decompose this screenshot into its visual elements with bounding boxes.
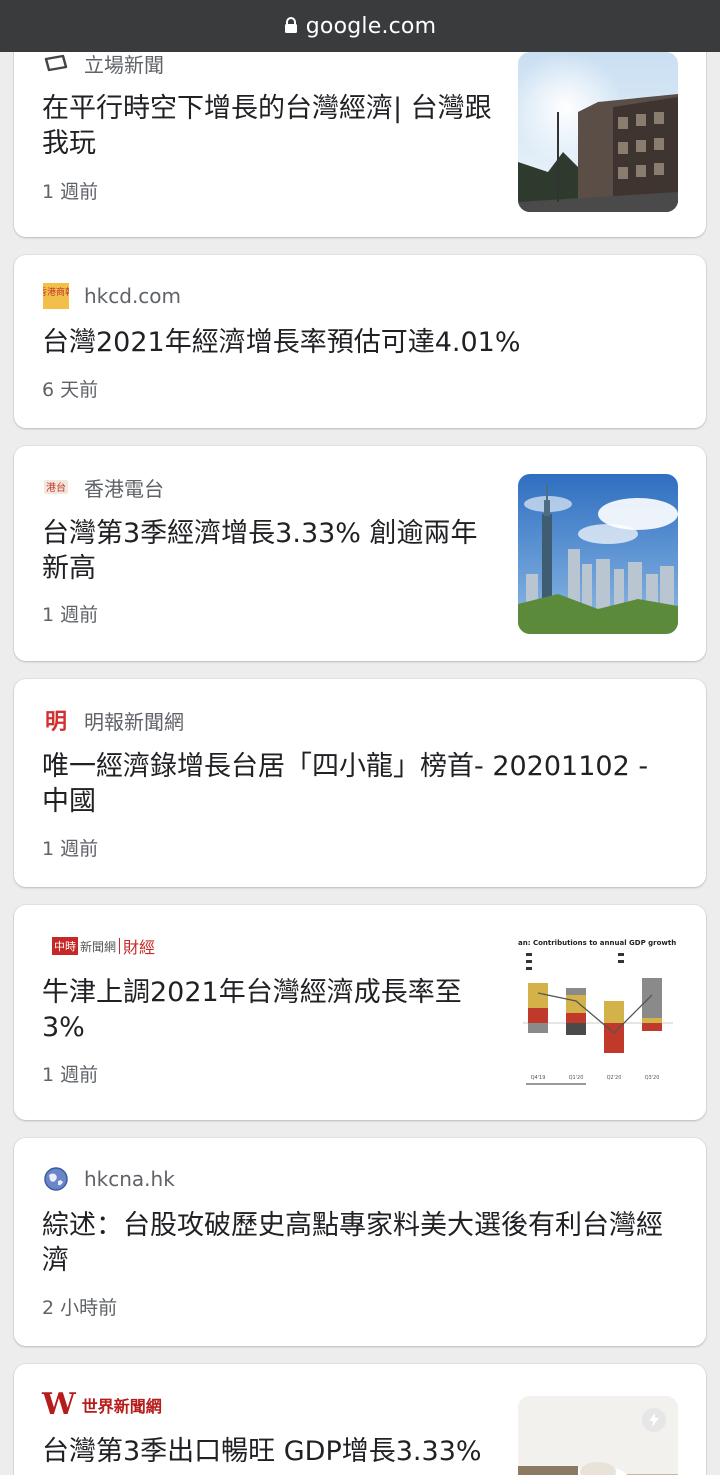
- news-card[interactable]: 明 明報新聞網 唯一經濟錄增長台居「四小龍」榜首- 20201102 - 中國 …: [14, 679, 706, 887]
- news-card[interactable]: W 世界新聞網 台灣第3季出口暢旺 GDP增長3.33%: [14, 1364, 706, 1475]
- thumbnail-chart-title: an: Contributions to annual GDP growth: [518, 939, 676, 947]
- timestamp: 1 週前: [42, 181, 99, 203]
- hkcd-logo-icon: 香港商報: [42, 282, 70, 310]
- source-row: 明 明報新聞網: [42, 705, 184, 735]
- timestamp: 6 天前: [42, 379, 99, 401]
- headline-link[interactable]: 牛津上調2021年台灣經濟成長率至3%: [42, 975, 492, 1045]
- headline-link[interactable]: 唯一經濟錄增長台居「四小龍」榜首- 20201102 - 中國: [42, 749, 682, 819]
- stand-news-logo-icon: [42, 49, 70, 77]
- source-row: 香港商報 hkcd.com: [42, 281, 181, 311]
- timestamp: 1 週前: [42, 604, 99, 626]
- chinatimes-brand: 中時: [52, 937, 78, 955]
- thumbnail-xtick: Q3'20: [645, 1075, 660, 1081]
- source-name: hkcd.com: [84, 284, 182, 308]
- globe-icon: [42, 1165, 70, 1193]
- lock-icon: [284, 17, 298, 33]
- hkcd-logo-text: 香港商報: [43, 286, 69, 298]
- timestamp: 1 週前: [42, 838, 99, 860]
- timestamp: 1 週前: [42, 1064, 99, 1086]
- article-thumbnail[interactable]: [518, 474, 678, 634]
- source-name: hkcna.hk: [84, 1167, 175, 1191]
- chinatimes-divider: [119, 938, 121, 954]
- amp-lightning-icon: [642, 1408, 666, 1432]
- news-card[interactable]: hkcna.hk 綜述：台股攻破歷史高點專家料美大選後有利台灣經濟 2 小時前: [14, 1138, 706, 1346]
- chinatimes-logo-icon: 中時 新聞網 財經: [52, 934, 155, 958]
- headline-link[interactable]: 台灣2021年經濟增長率預估可達4.01%: [42, 325, 682, 360]
- mingpao-logo-icon: 明: [42, 706, 70, 734]
- source-name: 世界新聞網: [81, 1397, 162, 1416]
- source-row: 港台 香港電台: [42, 472, 164, 502]
- udn-mark: W: [42, 1387, 76, 1422]
- source-row: W 世界新聞網: [42, 1390, 162, 1420]
- source-name: 明報新聞網: [84, 709, 184, 734]
- browser-url-bar[interactable]: google.com: [0, 0, 720, 52]
- source-name: 香港電台: [84, 476, 164, 501]
- headline-link[interactable]: 台灣第3季出口暢旺 GDP增長3.33%: [42, 1434, 502, 1469]
- rthk-logo-text: 港台: [46, 481, 66, 494]
- timestamp: 2 小時前: [42, 1297, 118, 1319]
- udn-logo-icon: W: [42, 1390, 76, 1420]
- url-domain: google.com: [305, 13, 437, 39]
- news-card[interactable]: 港台 香港電台 台灣第3季經濟增長3.33% 創逾兩年新高 1 週前: [14, 446, 706, 661]
- mingpao-logo-text: 明: [45, 710, 67, 733]
- source-name: 立場新聞: [84, 52, 164, 77]
- chinatimes-section: 財經: [123, 938, 156, 957]
- news-card[interactable]: 香港商報 hkcd.com 台灣2021年經濟增長率預估可達4.01% 6 天前: [14, 255, 706, 428]
- headline-link[interactable]: 在平行時空下增長的台灣經濟| 台灣跟我玩: [42, 91, 492, 161]
- chinatimes-site: 新聞網: [80, 939, 117, 954]
- thumbnail-xtick: Q4'19: [531, 1075, 546, 1081]
- headline-link[interactable]: 綜述：台股攻破歷史高點專家料美大選後有利台灣經濟: [42, 1208, 682, 1278]
- article-thumbnail[interactable]: [518, 52, 678, 212]
- news-card[interactable]: 中時 新聞網 財經 牛津上調2021年台灣經濟成長率至3% 1 週前 an: C…: [14, 905, 706, 1120]
- thumbnail-xtick: Q2'20: [607, 1075, 622, 1081]
- thumbnail-xtick: Q1'20: [569, 1075, 584, 1081]
- article-thumbnail[interactable]: an: Contributions to annual GDP growth Q…: [518, 933, 678, 1093]
- headline-link[interactable]: 台灣第3季經濟增長3.33% 創逾兩年新高: [42, 516, 492, 586]
- rthk-logo-icon: 港台: [42, 473, 70, 501]
- source-row: 立場新聞: [42, 48, 164, 78]
- source-row: hkcna.hk: [42, 1164, 175, 1194]
- source-row: 中時 新聞網 財經: [42, 931, 155, 961]
